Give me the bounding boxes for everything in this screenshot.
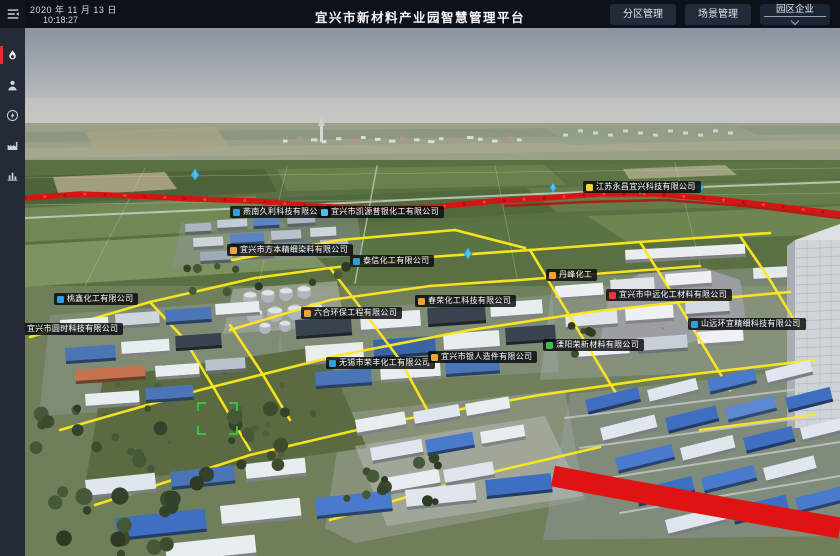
- map-company-label[interactable]: 桃鑫化工有限公司: [54, 293, 138, 305]
- bolt-icon: [6, 109, 19, 122]
- company-label-text: 六合环保工程有限公司: [314, 309, 397, 317]
- company-label-text: 宜兴市方本精细染料有限公司: [240, 246, 348, 254]
- company-label-text: 溧阳荣新材料有限公司: [556, 341, 639, 349]
- company-marker-icon: [233, 209, 240, 216]
- map-viewport: 燕南久利科技有限公司宜兴市凯源普银化工有限公司宜兴市方本精细染料有限公司泰信化工…: [25, 28, 840, 556]
- scene-management-button[interactable]: 场景管理: [685, 4, 751, 25]
- map-company-label[interactable]: 无锡市荣丰化工有限公司: [326, 357, 435, 369]
- company-marker-icon: [609, 292, 616, 299]
- current-time: 10:18:27: [43, 15, 78, 25]
- company-label-text: 宜兴市凯源普银化工有限公司: [331, 208, 439, 216]
- sidebar-item-personnel[interactable]: [0, 74, 25, 96]
- company-label-text: 春荣化工科技有限公司: [428, 297, 511, 305]
- map-company-label[interactable]: 溧阳荣新材料有限公司: [543, 339, 644, 351]
- sidebar-item-collapse[interactable]: [6, 3, 20, 25]
- map-company-label[interactable]: 丹峰化工: [546, 269, 597, 281]
- collapse-menu-icon: [6, 7, 20, 21]
- company-marker-icon: [546, 342, 553, 349]
- sidebar-item-enterprise[interactable]: [0, 134, 25, 156]
- map-company-label[interactable]: 春荣化工科技有限公司: [415, 295, 516, 307]
- company-label-text: 燕南久利科技有限公司: [243, 208, 326, 216]
- company-marker-icon: [353, 258, 360, 265]
- company-label-text: 江苏永昌宜兴科技有限公司: [596, 183, 696, 191]
- map-company-label[interactable]: 宜兴市圆时科技有限公司: [25, 323, 123, 335]
- company-label-text: 宜兴市银人造件有限公司: [441, 353, 532, 361]
- bar-chart-icon: [6, 169, 19, 182]
- app-window: 2020 年 11 月 13 日 10:18:27 宜兴市新材料产业园智慧管理平…: [0, 0, 840, 556]
- company-label-text: 泰信化工有限公司: [363, 257, 429, 265]
- map-company-label[interactable]: 宜兴市银人造件有限公司: [428, 351, 537, 363]
- company-marker-icon: [418, 298, 425, 305]
- sidebar-item-energy[interactable]: [0, 104, 25, 126]
- map-company-label[interactable]: 山远环宜精细科技有限公司: [688, 318, 806, 330]
- company-marker-icon: [691, 321, 698, 328]
- flame-icon: [6, 49, 19, 62]
- company-label-text: 丹峰化工: [559, 271, 592, 279]
- company-label-text: 宜兴市圆时科技有限公司: [27, 325, 118, 333]
- sidebar-item-fire[interactable]: [0, 44, 25, 66]
- header-bar: 2020 年 11 月 13 日 10:18:27 宜兴市新材料产业园智慧管理平…: [0, 0, 840, 28]
- map-company-label[interactable]: 泰信化工有限公司: [350, 255, 434, 267]
- company-marker-icon: [321, 209, 328, 216]
- company-marker-icon: [586, 184, 593, 191]
- sidebar-item-statistics[interactable]: [0, 164, 25, 186]
- park-enterprise-dropdown-label: 园区企业: [764, 5, 826, 17]
- map-company-label[interactable]: 宜兴市凯源普银化工有限公司: [318, 206, 444, 218]
- sidebar-top: [0, 0, 25, 28]
- company-label-text: 无锡市荣丰化工有限公司: [339, 359, 430, 367]
- sidebar-items: [0, 44, 25, 186]
- company-label-text: 宜兴市中远化工材料有限公司: [619, 291, 727, 299]
- map-company-label[interactable]: 宜兴市方本精细染料有限公司: [227, 244, 353, 256]
- company-marker-icon: [57, 296, 64, 303]
- map-company-label[interactable]: 六合环保工程有限公司: [301, 307, 402, 319]
- company-label-text: 山远环宜精细科技有限公司: [701, 320, 801, 328]
- chevron-down-icon: [791, 17, 799, 25]
- factory-icon: [6, 139, 19, 152]
- sidebar: [0, 0, 25, 556]
- company-marker-icon: [431, 354, 438, 361]
- company-marker-icon: [549, 272, 556, 279]
- page-title: 宜兴市新材料产业园智慧管理平台: [315, 7, 525, 26]
- person-icon: [6, 79, 19, 92]
- zone-management-button[interactable]: 分区管理: [610, 4, 676, 25]
- map-company-label[interactable]: 宜兴市中远化工材料有限公司: [606, 289, 732, 301]
- map-company-label[interactable]: 燕南久利科技有限公司: [230, 206, 331, 218]
- header-actions: 分区管理 场景管理 园区企业: [610, 4, 830, 25]
- map-company-label[interactable]: 江苏永昌宜兴科技有限公司: [583, 181, 701, 193]
- company-marker-icon: [329, 360, 336, 367]
- park-enterprise-dropdown[interactable]: 园区企业: [760, 4, 830, 25]
- company-marker-icon: [304, 310, 311, 317]
- company-marker-icon: [230, 247, 237, 254]
- company-label-text: 桃鑫化工有限公司: [67, 295, 133, 303]
